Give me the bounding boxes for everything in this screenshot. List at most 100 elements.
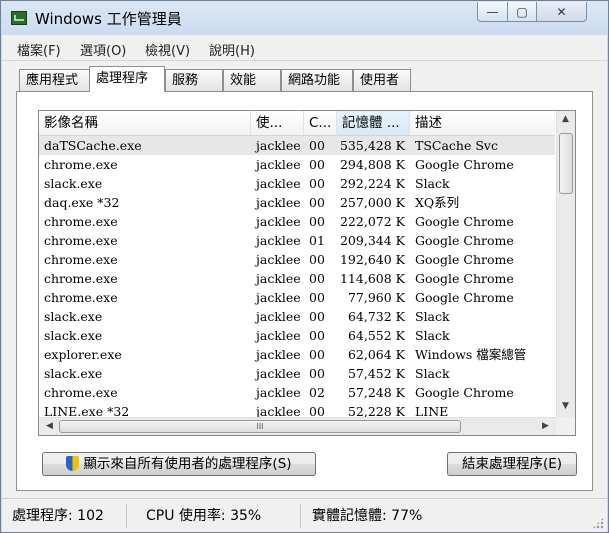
process-row[interactable]: chrome.exe jacklee 00 294,808 K Google Chrom… bbox=[39, 155, 555, 174]
menu-file[interactable]: 檔案(F) bbox=[17, 40, 61, 59]
cell-cpu: 01 bbox=[309, 233, 325, 248]
maximize-button[interactable]: ▢ bbox=[507, 2, 537, 22]
process-row[interactable]: daq.exe *32 jacklee 00 257,000 K XQ系列 bbox=[39, 193, 555, 212]
cell-memory: 77,960 K bbox=[347, 290, 405, 305]
process-row[interactable]: explorer.exe jacklee 00 62,064 K Windows 檔案總… bbox=[39, 345, 555, 364]
scroll-corner bbox=[556, 417, 575, 435]
cell-image-name: daq.exe *32 bbox=[44, 195, 120, 210]
process-list[interactable]: 影像名稱 使... C... 記憶體 ... 描述 daTSCache.exe j… bbox=[38, 110, 576, 436]
end-process-button[interactable]: 結束處理程序(E) bbox=[447, 452, 577, 476]
cell-user: jacklee bbox=[256, 157, 301, 172]
cell-cpu: 00 bbox=[309, 214, 325, 229]
column-image-name[interactable]: 影像名稱 bbox=[39, 111, 251, 135]
column-cpu[interactable]: C... bbox=[304, 111, 337, 135]
cell-image-name: explorer.exe bbox=[44, 347, 122, 362]
cell-user: jacklee bbox=[256, 214, 301, 229]
cell-cpu: 00 bbox=[309, 176, 325, 191]
cell-cpu: 00 bbox=[309, 328, 325, 343]
cell-user: jacklee bbox=[256, 385, 301, 400]
cell-cpu: 00 bbox=[309, 252, 325, 267]
menu-help[interactable]: 說明(H) bbox=[209, 40, 255, 59]
cell-memory: 114,608 K bbox=[339, 271, 405, 286]
cell-memory: 257,000 K bbox=[339, 195, 405, 210]
task-manager-window: Windows 工作管理員 — ▢ ✕ 檔案(F) 選項(O) 檢視(V) 說明… bbox=[0, 0, 609, 533]
process-row[interactable]: slack.exe jacklee 00 64,732 K Slack bbox=[39, 307, 555, 326]
task-manager-icon bbox=[11, 11, 27, 25]
process-row[interactable]: daTSCache.exe jacklee 00 535,428 K TSCache S… bbox=[39, 136, 555, 155]
cell-image-name: daTSCache.exe bbox=[44, 138, 142, 153]
cell-user: jacklee bbox=[256, 328, 301, 343]
cell-user: jacklee bbox=[256, 252, 301, 267]
tab-processes[interactable]: 處理程序 bbox=[89, 66, 165, 92]
cell-user: jacklee bbox=[256, 290, 301, 305]
column-memory[interactable]: 記憶體 ... bbox=[337, 111, 410, 135]
cell-user: jacklee bbox=[256, 176, 301, 191]
cell-memory: 292,224 K bbox=[339, 176, 405, 191]
tab-users[interactable]: 使用者 bbox=[353, 69, 411, 91]
cell-description: Google Chrome bbox=[415, 157, 514, 172]
process-row[interactable]: chrome.exe jacklee 00 222,072 K Google Chrom… bbox=[39, 212, 555, 231]
show-all-users-button[interactable]: 顯示來自所有使用者的處理程序(S) bbox=[42, 452, 316, 476]
cell-description: Google Chrome bbox=[415, 233, 514, 248]
cell-description: XQ系列 bbox=[415, 195, 460, 210]
process-row[interactable]: chrome.exe jacklee 00 192,640 K Google Chrom… bbox=[39, 250, 555, 269]
cell-memory: 209,344 K bbox=[339, 233, 405, 248]
vertical-scrollbar[interactable]: ▲ ▼ bbox=[556, 111, 575, 417]
tab-performance[interactable]: 效能 bbox=[223, 69, 281, 91]
cell-memory: 64,732 K bbox=[347, 309, 405, 324]
tab-networking[interactable]: 網路功能 bbox=[281, 69, 353, 91]
cell-user: jacklee bbox=[256, 271, 301, 286]
resize-grip[interactable] bbox=[592, 517, 604, 529]
process-row[interactable]: chrome.exe jacklee 00 114,608 K Google Chrom… bbox=[39, 269, 555, 288]
cell-description: Slack bbox=[415, 176, 450, 191]
cell-description: TSCache Svc bbox=[415, 138, 498, 153]
cell-cpu: 00 bbox=[309, 309, 325, 324]
menu-bar: 檔案(F) 選項(O) 檢視(V) 說明(H) bbox=[2, 35, 607, 61]
cell-image-name: slack.exe bbox=[44, 328, 103, 343]
window-title: Windows 工作管理員 bbox=[35, 10, 182, 28]
column-header-row: 影像名稱 使... C... 記憶體 ... 描述 bbox=[39, 111, 555, 136]
cell-memory: 57,248 K bbox=[347, 385, 405, 400]
cell-memory: 294,808 K bbox=[339, 157, 405, 172]
tab-applications[interactable]: 應用程式 bbox=[19, 69, 90, 91]
process-row[interactable]: chrome.exe jacklee 01 209,344 K Google Chrom… bbox=[39, 231, 555, 250]
cell-memory: 222,072 K bbox=[339, 214, 405, 229]
process-row[interactable]: slack.exe jacklee 00 64,552 K Slack bbox=[39, 326, 555, 345]
scroll-up-arrow-icon[interactable]: ▲ bbox=[557, 114, 574, 124]
horizontal-scroll-thumb[interactable]: III bbox=[59, 420, 461, 433]
cell-image-name: chrome.exe bbox=[44, 290, 118, 305]
cell-cpu: 02 bbox=[309, 385, 325, 400]
cell-image-name: chrome.exe bbox=[44, 233, 118, 248]
cell-cpu: 00 bbox=[309, 290, 325, 305]
title-bar[interactable]: Windows 工作管理員 — ▢ ✕ bbox=[1, 1, 608, 35]
process-row[interactable]: slack.exe jacklee 00 292,224 K Slack bbox=[39, 174, 555, 193]
show-all-users-label: 顯示來自所有使用者的處理程序(S) bbox=[83, 456, 292, 472]
cell-image-name: slack.exe bbox=[44, 176, 103, 191]
minimize-button[interactable]: — bbox=[477, 2, 507, 22]
vertical-scroll-thumb[interactable] bbox=[559, 133, 573, 194]
close-button[interactable]: ✕ bbox=[537, 2, 587, 22]
cell-user: jacklee bbox=[256, 195, 301, 210]
process-row[interactable]: chrome.exe jacklee 02 57,248 K Google Chrome bbox=[39, 383, 555, 402]
cell-description: Slack bbox=[415, 366, 450, 381]
horizontal-scrollbar[interactable]: ◀ III ▶ bbox=[39, 417, 556, 435]
scroll-down-arrow-icon[interactable]: ▼ bbox=[557, 401, 574, 411]
process-row[interactable]: chrome.exe jacklee 00 77,960 K Google Chrome bbox=[39, 288, 555, 307]
processes-panel: 影像名稱 使... C... 記憶體 ... 描述 daTSCache.exe j… bbox=[16, 91, 593, 491]
scroll-right-arrow-icon[interactable]: ▶ bbox=[537, 421, 554, 431]
cell-cpu: 00 bbox=[309, 195, 325, 210]
process-row[interactable]: slack.exe jacklee 00 57,452 K Slack bbox=[39, 364, 555, 383]
scroll-left-arrow-icon[interactable]: ◀ bbox=[41, 421, 58, 431]
cell-user: jacklee bbox=[256, 309, 301, 324]
cell-cpu: 00 bbox=[309, 271, 325, 286]
cell-image-name: slack.exe bbox=[44, 309, 103, 324]
cell-memory: 192,640 K bbox=[339, 252, 405, 267]
tab-services[interactable]: 服務 bbox=[165, 69, 223, 91]
status-separator bbox=[126, 504, 127, 528]
column-user[interactable]: 使... bbox=[251, 111, 304, 135]
menu-options[interactable]: 選項(O) bbox=[80, 40, 126, 59]
cell-cpu: 00 bbox=[309, 138, 325, 153]
column-description[interactable]: 描述 bbox=[410, 111, 555, 135]
menu-view[interactable]: 檢視(V) bbox=[145, 40, 190, 59]
cell-description: Slack bbox=[415, 328, 450, 343]
